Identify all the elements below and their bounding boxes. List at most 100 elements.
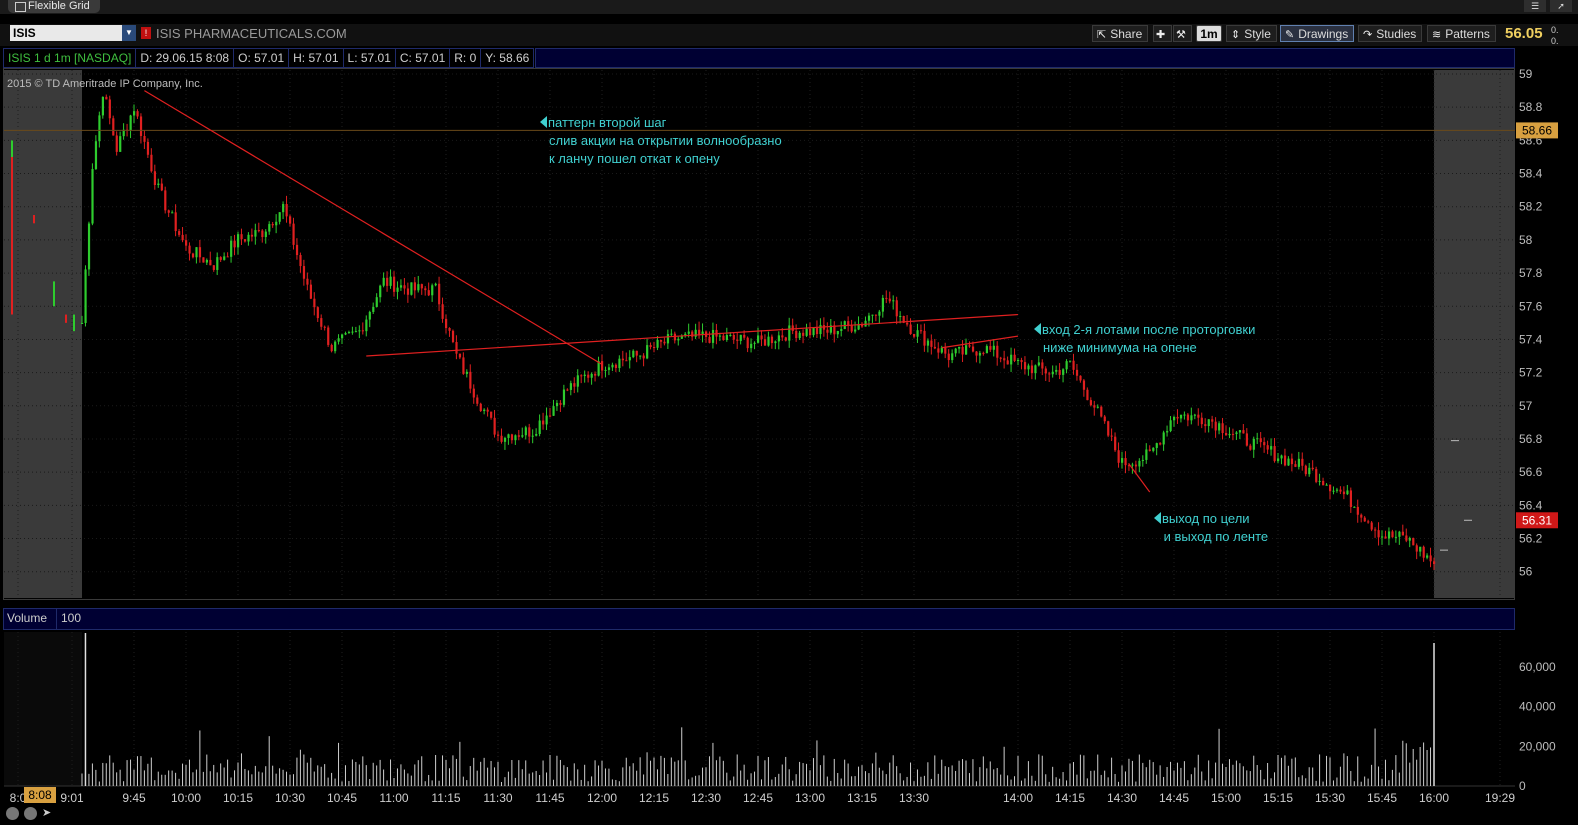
candle-body xyxy=(1363,517,1366,522)
afterhours-shade xyxy=(1434,70,1515,598)
candle-body xyxy=(451,330,455,343)
candle-body xyxy=(996,345,999,358)
candle-body xyxy=(1304,465,1307,475)
price-tag-label: 58.66 xyxy=(1522,123,1552,137)
candle-body xyxy=(743,334,746,338)
candle-body xyxy=(195,247,198,258)
candle-body xyxy=(1065,361,1068,370)
candle-body xyxy=(847,321,850,326)
candle-body xyxy=(746,337,749,349)
candle-body xyxy=(535,433,538,436)
candle-body xyxy=(1301,458,1304,466)
candle-body xyxy=(826,329,829,333)
candle-body xyxy=(614,364,618,369)
candle-body xyxy=(926,340,930,346)
candle-body xyxy=(1003,358,1006,361)
y-tick-label: 57.4 xyxy=(1519,332,1543,346)
candle-body xyxy=(379,285,382,298)
candle-body xyxy=(774,341,777,344)
candle-body xyxy=(1159,443,1162,445)
candle-body xyxy=(906,322,909,325)
candle-body xyxy=(978,352,982,356)
candle-body xyxy=(666,334,670,344)
candle-body xyxy=(659,340,663,342)
x-tick-label: 13:00 xyxy=(795,791,825,805)
candle-body xyxy=(836,330,839,335)
candle-body xyxy=(687,331,690,334)
candle-body xyxy=(815,327,819,335)
candle-body xyxy=(1256,438,1259,440)
candle-body xyxy=(1228,433,1231,436)
chart-canvas[interactable]: 8:0 9:01 9:45 10:00 10:15 10:30 10:45 11:00 11:1… xyxy=(0,0,1578,825)
candle-body xyxy=(732,335,735,340)
x-tick-label: 13:15 xyxy=(847,791,877,805)
candle-body xyxy=(396,287,399,292)
candle-body xyxy=(1401,531,1404,536)
candle-body xyxy=(646,345,649,359)
annotation-entry[interactable]: вход 2-я лотами после проторговки ниже м… xyxy=(1034,321,1255,357)
candle-body xyxy=(503,437,507,442)
candle-body xyxy=(1259,438,1262,443)
candle-body xyxy=(1138,460,1141,467)
candle-body xyxy=(1186,414,1190,421)
candle-body xyxy=(1311,467,1314,470)
candle-body xyxy=(802,332,805,336)
y-tick-label: 58.8 xyxy=(1519,100,1543,114)
candle-body xyxy=(160,183,163,191)
candle-body xyxy=(760,335,763,340)
candle-body xyxy=(913,333,916,337)
x-tick-label: 10:45 xyxy=(327,791,357,805)
candle-body xyxy=(216,257,219,270)
candle-body xyxy=(1360,514,1363,518)
y-tick-label: 56.6 xyxy=(1519,465,1543,479)
candle-body xyxy=(1353,506,1356,508)
candle-body xyxy=(420,284,423,289)
candle-body xyxy=(1093,405,1096,408)
zoom-in-icon[interactable] xyxy=(6,807,19,820)
candle-body xyxy=(1079,375,1082,381)
candle-body xyxy=(1405,535,1408,541)
candle-body xyxy=(171,212,174,214)
x-tick-label: 14:45 xyxy=(1159,791,1189,805)
candle-body xyxy=(98,115,101,142)
price-tag-label: 56.31 xyxy=(1522,513,1552,527)
candle-body xyxy=(937,348,940,353)
x-tick-label: 12:30 xyxy=(691,791,721,805)
y-tick-label: 57.6 xyxy=(1519,299,1543,313)
candle-body xyxy=(909,324,912,334)
candle-body xyxy=(694,329,697,337)
candle-body xyxy=(739,334,742,341)
candle-body xyxy=(1096,406,1099,408)
candle-body xyxy=(219,257,222,260)
candle-body xyxy=(711,329,715,343)
candle-body xyxy=(1141,459,1144,461)
candle-body xyxy=(479,403,482,412)
candle-body xyxy=(656,340,659,348)
y-tick-label: 56.2 xyxy=(1519,532,1543,546)
y-tick-label: 58.4 xyxy=(1519,167,1543,181)
candle-body xyxy=(559,402,562,405)
candle-body xyxy=(1325,484,1328,486)
candle-body xyxy=(1426,555,1429,558)
annotation-pattern[interactable]: паттерн второй шаг слив акции на открыти… xyxy=(540,114,782,168)
candle-body xyxy=(677,338,680,341)
candle-body xyxy=(576,375,579,387)
candle-body xyxy=(382,277,385,286)
trendline xyxy=(366,313,1019,357)
candle-body xyxy=(944,347,947,354)
cursor-icon[interactable]: ➤ xyxy=(42,807,55,820)
candle-body xyxy=(1117,450,1120,463)
candle-body xyxy=(1100,406,1103,417)
candle-body xyxy=(521,435,524,437)
x-tick-label: 11:45 xyxy=(535,791,564,805)
premarket-volume-shade xyxy=(4,632,82,786)
candle-body xyxy=(441,304,444,319)
zoom-out-icon[interactable] xyxy=(24,807,37,820)
candle-body xyxy=(181,234,184,241)
candle-body xyxy=(961,346,964,355)
candle-body xyxy=(1433,561,1436,565)
candle-body xyxy=(1131,464,1134,466)
candle-body xyxy=(139,116,143,136)
candle-body xyxy=(320,318,323,327)
annotation-exit[interactable]: выход по цели и выход по ленте xyxy=(1154,510,1268,546)
